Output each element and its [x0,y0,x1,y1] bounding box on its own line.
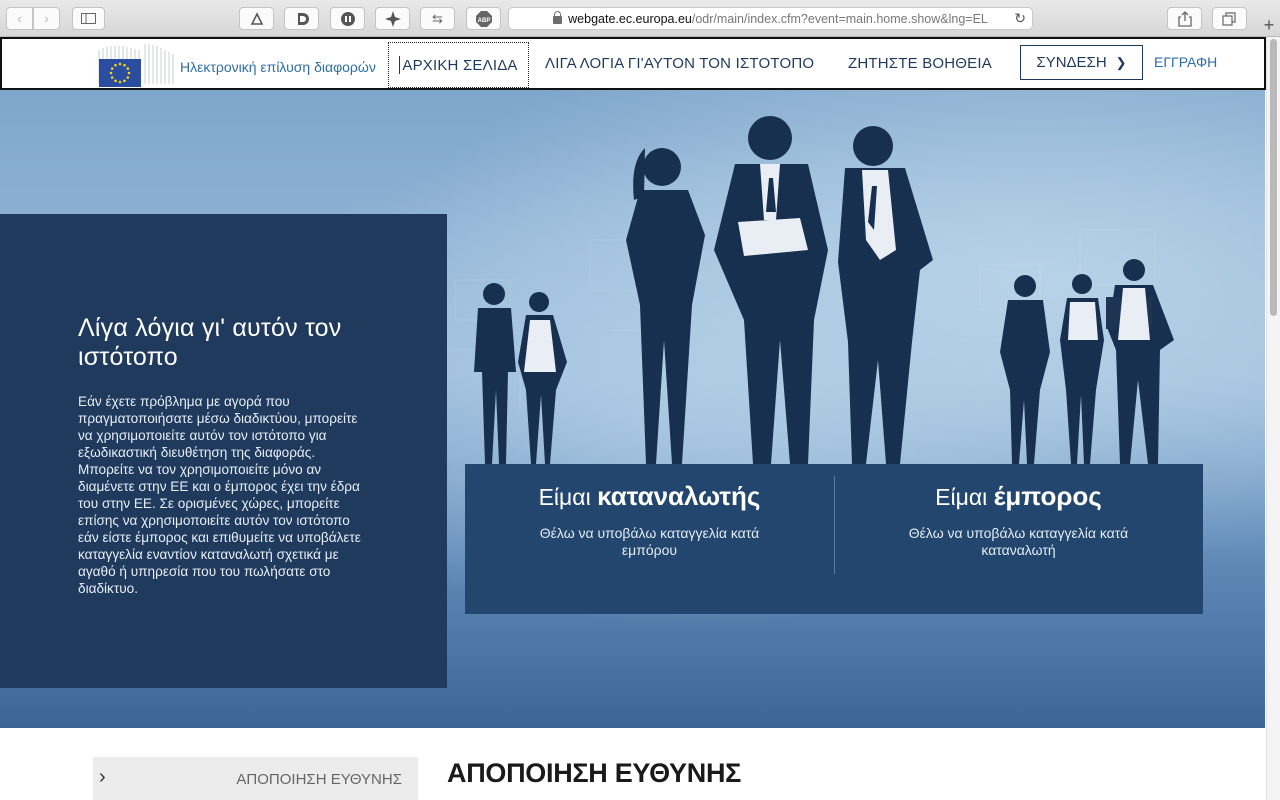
new-tab-icon[interactable]: + [1258,14,1280,37]
lock-icon [553,10,563,24]
url-host: webgate.ec.europa.eu [568,11,692,26]
about-info-box: Λίγα λόγια γι' αυτόν τον ιστότοπο Εάν έχ… [0,214,447,688]
role-choice-panel: Είμαι καταναλωτής Θέλω να υποβάλω καταγγ… [465,464,1203,614]
consumer-prefix: Είμαι [538,484,591,510]
trader-option[interactable]: Είμαι έμπορος Θέλω να υποβάλω καταγγελία… [834,464,1203,614]
adblock-icon[interactable]: ABP [466,7,501,30]
url-path: /odr/main/index.cfm?event=main.home.show… [691,11,988,26]
disclaimer-tab[interactable]: › ΑΠΟΠΟΙΗΣΗ ΕΥΘΥΝΗΣ [93,757,418,800]
consumer-subtitle: Θέλω να υποβάλω καταγγελία κατά εμπόρου [539,525,760,558]
chevron-right-icon: › [99,766,106,788]
adblock-label: ABP [477,18,490,24]
puzzle-icon[interactable] [375,7,410,30]
trader-label: έμπορος [993,481,1102,511]
back-icon[interactable]: ‹ [6,7,33,30]
trader-subtitle: Θέλω να υποβάλω καταγγελία κατά καταναλω… [908,525,1129,558]
sidebar-icon[interactable] [72,7,105,30]
nav-help[interactable]: ΖΗΤΗΣΤΕ ΒΟΗΘΕΙΑ [848,55,992,72]
arrows-icon[interactable]: ⇆ [420,7,455,30]
nav-home[interactable]: ΑΡΧΙΚΗ ΣΕΛΙΔΑ [388,42,529,88]
disclaimer-heading: ΑΠΟΠΟΙΗΣΗ ΕΥΘΥΝΗΣ [447,758,742,788]
text-cursor [399,56,401,74]
tabs-icon[interactable] [1212,7,1247,30]
hero-banner: Λίγα λόγια γι' αυτόν τον ιστότοπο Εάν έχ… [0,90,1265,728]
browser-toolbar: ‹ › ⇆ ABP webgate.ec.europa.eu/odr/main/… [0,0,1280,37]
trader-prefix: Είμαι [935,484,988,510]
reload-icon[interactable]: ↻ [1014,10,1026,27]
extension-icon[interactable] [239,7,274,30]
page-scrollbar[interactable] [1266,37,1280,800]
eu-commission-logo[interactable] [79,42,177,87]
disclaimer-tab-label: ΑΠΟΠΟΙΗΣΗ ΕΥΘΥΝΗΣ [236,771,402,788]
url-bar[interactable]: webgate.ec.europa.eu/odr/main/index.cfm?… [508,7,1033,30]
share-icon[interactable] [1167,7,1202,30]
site-header: Ηλεκτρονική επίλυση διαφορών ΑΡΧΙΚΗ ΣΕΛΙ… [0,37,1266,90]
nav-about[interactable]: ΛΙΓΑ ΛΟΓΙΑ ΓΙ'ΑΥΤΟΝ ΤΟΝ ΙΣΤΟΤΟΠΟ [545,55,814,72]
nav-home-label: ΑΡΧΙΚΗ ΣΕΛΙΔΑ [402,56,518,74]
scrollbar-thumb[interactable] [1270,39,1277,316]
disconnect-icon[interactable] [284,7,319,30]
consumer-option[interactable]: Είμαι καταναλωτής Θέλω να υποβάλω καταγγ… [465,464,834,614]
trader-title: Είμαι έμπορος [834,481,1203,512]
about-text: Εάν έχετε πρόβλημα με αγορά που πραγματο… [78,394,361,596]
consumer-label: καταναλωτής [597,481,761,511]
login-button[interactable]: ΣΥΝΔΕΣΗ ❯ [1020,45,1143,80]
forward-icon[interactable]: › [33,7,60,30]
login-label: ΣΥΝΔΕΣΗ [1036,54,1107,71]
ghostery-icon[interactable] [330,7,365,30]
consumer-title: Είμαι καταναλωτής [465,481,834,512]
site-name[interactable]: Ηλεκτρονική επίλυση διαφορών [180,59,376,75]
register-link[interactable]: ΕΓΓΡΑΦΗ [1154,54,1217,70]
about-title: Λίγα λόγια γι' αυτόν τον ιστότοπο [78,314,342,371]
chevron-right-icon: ❯ [1115,54,1127,70]
